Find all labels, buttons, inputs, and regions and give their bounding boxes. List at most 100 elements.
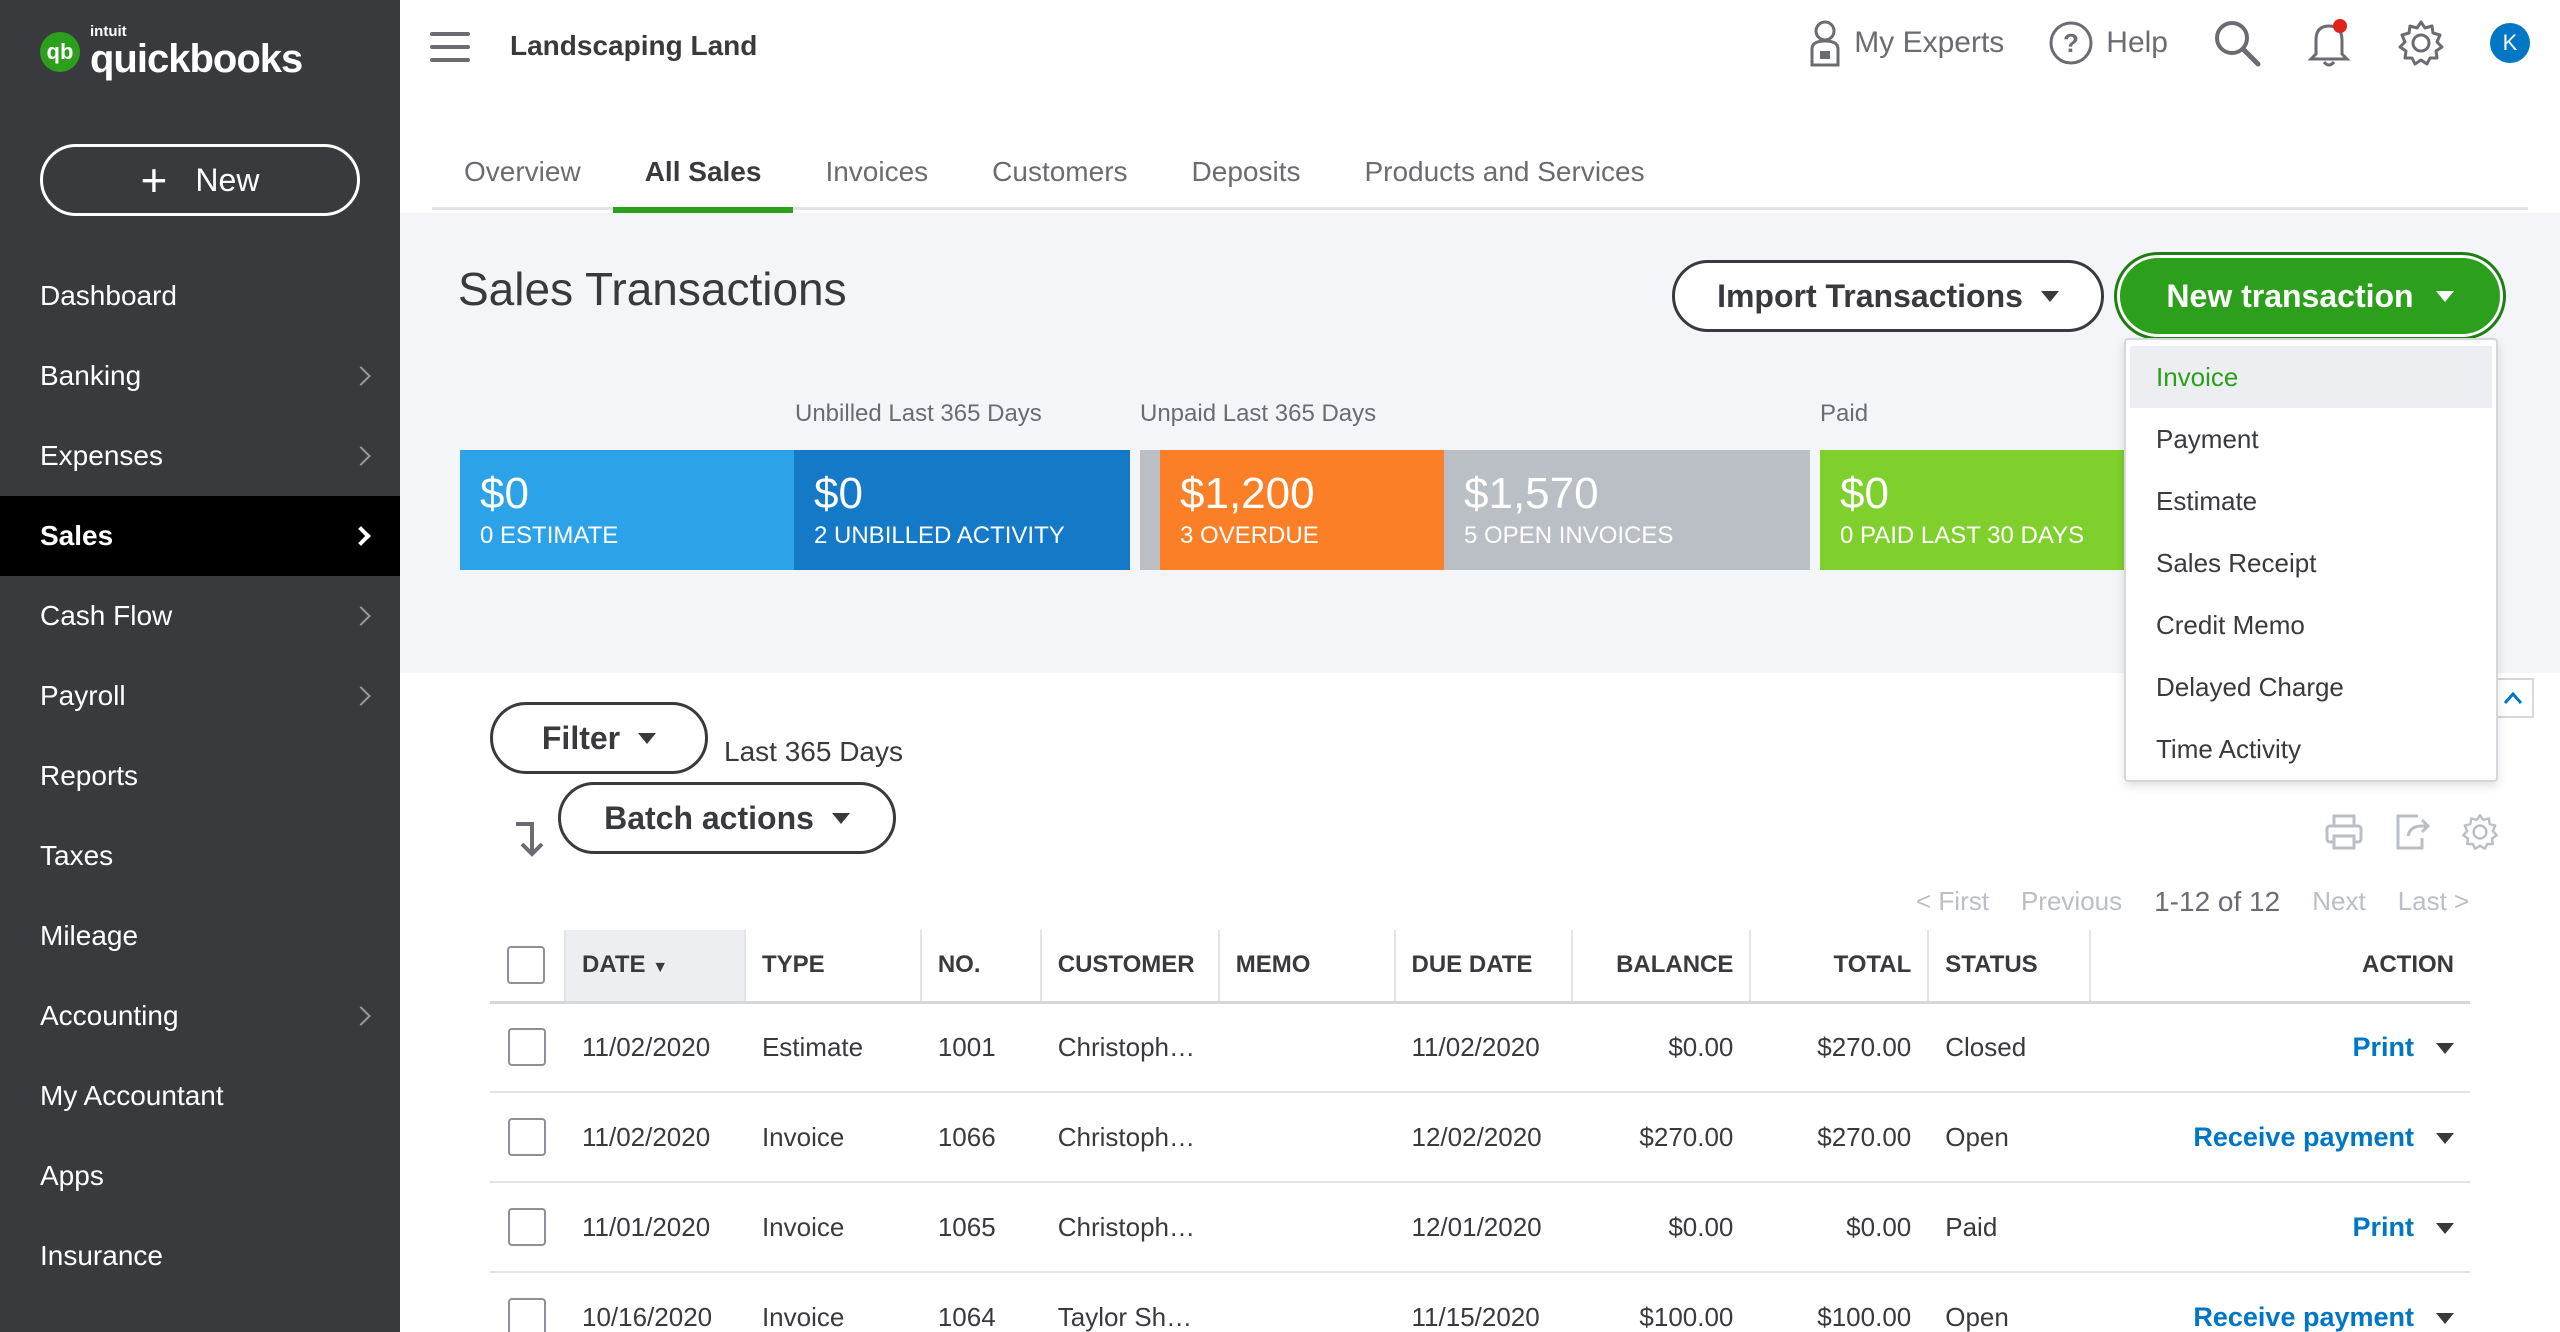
menu-item-estimate[interactable]: Estimate	[2126, 470, 2496, 532]
menu-item-credit-memo[interactable]: Credit Memo	[2126, 594, 2496, 656]
sidebar-item-cash-flow[interactable]: Cash Flow	[0, 576, 400, 656]
gear-icon[interactable]	[2396, 18, 2446, 68]
avatar[interactable]: K	[2490, 23, 2530, 63]
row-action-link[interactable]: Print	[2352, 1032, 2414, 1062]
cell-status: Paid	[1928, 1182, 2091, 1273]
cell-due-date: 11/15/2020	[1394, 1272, 1573, 1332]
table-row[interactable]: 10/16/2020 Invoice 1064 Taylor Sh… 11/15/202…	[491, 1272, 2470, 1332]
chevron-down-icon[interactable]	[2436, 1313, 2454, 1325]
money-bar-divider	[1140, 450, 1160, 570]
pagination-last[interactable]: Last >	[2398, 886, 2470, 918]
sidebar-item-apps[interactable]: Apps	[0, 1136, 400, 1216]
row-action-link[interactable]: Receive payment	[2193, 1302, 2414, 1332]
cell-customer: Christoph…	[1040, 1092, 1219, 1183]
quickbooks-logo[interactable]: qb intuit quickbooks	[40, 24, 303, 79]
help-link[interactable]: ? Help	[2048, 20, 2168, 66]
cell-date: 11/02/2020	[564, 1092, 745, 1183]
row-checkbox[interactable]	[508, 1208, 546, 1246]
batch-actions-button[interactable]: Batch actions	[558, 782, 896, 854]
chevron-down-icon	[2435, 290, 2454, 302]
money-bar-label-unbilled: Unbilled Last 365 Days	[795, 400, 1042, 427]
import-transactions-button[interactable]: Import Transactions	[1672, 260, 2104, 332]
tab-invoices[interactable]: Invoices	[793, 140, 960, 210]
tab-overview[interactable]: Overview	[432, 140, 613, 210]
table-row[interactable]: 11/01/2020 Invoice 1065 Christoph… 12/01/202…	[491, 1182, 2470, 1273]
column-header-no[interactable]: NO.	[919, 930, 1041, 1004]
sidebar-item-dashboard[interactable]: Dashboard	[0, 256, 400, 336]
filter-button[interactable]: Filter	[490, 702, 708, 774]
pagination-next[interactable]: Next	[2312, 886, 2365, 918]
sidebar-item-reports[interactable]: Reports	[0, 736, 400, 816]
sidebar-item-label: Banking	[40, 360, 142, 391]
money-tile-unbilled[interactable]: $0 2 UNBILLED ACTIVITY	[794, 450, 1130, 570]
cell-memo	[1218, 1092, 1395, 1183]
row-checkbox[interactable]	[508, 1298, 546, 1332]
column-header-customer[interactable]: CUSTOMER	[1039, 930, 1219, 1004]
chevron-up-icon	[2503, 691, 2523, 704]
menu-item-payment[interactable]: Payment	[2126, 408, 2496, 470]
printer-icon[interactable]	[2324, 812, 2364, 852]
row-select-cell	[491, 1272, 565, 1332]
column-header-balance[interactable]: BALANCE	[1571, 930, 1751, 1004]
money-tile-amount: $0	[814, 469, 863, 518]
new-transaction-button[interactable]: New transaction	[2120, 258, 2500, 334]
hamburger-menu-icon[interactable]	[430, 32, 470, 62]
cell-memo	[1218, 1272, 1395, 1332]
chevron-down-icon[interactable]	[2436, 1223, 2454, 1235]
sidebar-item-mileage[interactable]: Mileage	[0, 896, 400, 976]
new-transaction-menu: Invoice Payment Estimate Sales Receipt Credi…	[2124, 338, 2498, 782]
sidebar-item-banking[interactable]: Banking	[0, 336, 400, 416]
bell-icon[interactable]	[2306, 18, 2352, 68]
sidebar-item-label: Sales	[40, 520, 114, 551]
chevron-down-icon[interactable]	[2436, 1133, 2454, 1145]
menu-item-sales-receipt[interactable]: Sales Receipt	[2126, 532, 2496, 594]
pagination-first[interactable]: < First	[1916, 886, 1989, 918]
column-header-type[interactable]: TYPE	[743, 930, 921, 1004]
column-header-total[interactable]: TOTAL	[1749, 930, 1929, 1004]
tab-deposits[interactable]: Deposits	[1160, 140, 1333, 210]
sidebar-item-expenses[interactable]: Expenses	[0, 416, 400, 496]
sidebar-item-taxes[interactable]: Taxes	[0, 816, 400, 896]
money-tile-amount: $1,570	[1464, 469, 1599, 518]
sidebar-item-payroll[interactable]: Payroll	[0, 656, 400, 736]
column-header-memo[interactable]: MEMO	[1217, 930, 1395, 1004]
cell-action: Print	[2090, 1182, 2470, 1273]
sidebar-item-label: My Accountant	[40, 1080, 224, 1111]
tab-products-and-services[interactable]: Products and Services	[1332, 140, 1676, 210]
tab-customers[interactable]: Customers	[960, 140, 1159, 210]
row-checkbox[interactable]	[508, 1028, 546, 1067]
money-tile-estimate[interactable]: $0 0 ESTIMATE	[460, 450, 794, 570]
chevron-down-icon[interactable]	[2436, 1043, 2454, 1055]
my-experts-link[interactable]: My Experts	[1808, 19, 2004, 67]
collapse-money-bar-button[interactable]	[2494, 678, 2534, 718]
money-tile-overdue[interactable]: $1,200 3 OVERDUE	[1160, 450, 1444, 570]
new-button[interactable]: + New	[40, 144, 360, 216]
sidebar-item-sales[interactable]: Sales	[0, 496, 400, 576]
cell-memo	[1218, 1002, 1395, 1093]
select-all-checkbox[interactable]	[507, 946, 545, 985]
cell-type: Invoice	[744, 1272, 921, 1332]
pagination-previous[interactable]: Previous	[2021, 886, 2122, 918]
table-row[interactable]: 11/02/2020 Estimate 1001 Christoph… 11/02/20…	[491, 1002, 2470, 1093]
row-checkbox[interactable]	[508, 1118, 546, 1156]
sidebar-item-accounting[interactable]: Accounting	[0, 976, 400, 1056]
export-icon[interactable]	[2392, 812, 2432, 852]
menu-item-invoice[interactable]: Invoice	[2130, 346, 2492, 408]
money-tile-open-invoices[interactable]: $1,570 5 OPEN INVOICES	[1444, 450, 1810, 570]
column-header-date[interactable]: DATE ▼	[563, 930, 745, 1004]
menu-item-delayed-charge[interactable]: Delayed Charge	[2126, 656, 2496, 718]
batch-arrow-icon	[512, 818, 546, 863]
table-row[interactable]: 11/02/2020 Invoice 1066 Christoph… 12/02/202…	[491, 1092, 2470, 1183]
row-action-link[interactable]: Print	[2352, 1212, 2414, 1242]
table-settings-gear-icon[interactable]	[2460, 812, 2500, 852]
tab-all-sales[interactable]: All Sales	[612, 140, 794, 213]
search-icon[interactable]	[2212, 18, 2262, 68]
column-header-due-date[interactable]: DUE DATE	[1393, 930, 1573, 1004]
column-header-status[interactable]: STATUS	[1927, 930, 2091, 1004]
menu-item-time-activity[interactable]: Time Activity	[2126, 718, 2496, 780]
sidebar-item-insurance[interactable]: Insurance	[0, 1216, 400, 1296]
sidebar-item-my-accountant[interactable]: My Accountant	[0, 1056, 400, 1136]
sidebar-item-label: Insurance	[40, 1240, 163, 1271]
row-action-link[interactable]: Receive payment	[2193, 1122, 2414, 1152]
cell-balance: $270.00	[1572, 1092, 1751, 1183]
